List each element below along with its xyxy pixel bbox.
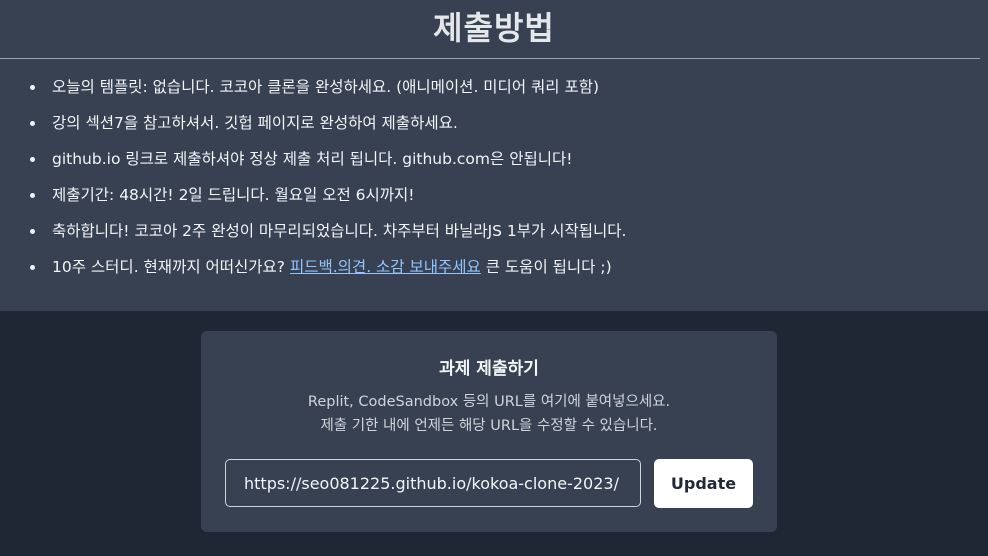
url-input[interactable] bbox=[225, 459, 641, 507]
submission-description: 제출 기한 내에 언제든 해당 URL을 수정할 수 있습니다. bbox=[320, 418, 658, 434]
list-item: 10주 스터디. 현재까지 어떠신가요? 피드백.의견. 소감 보내주세요 큰 … bbox=[30, 256, 626, 292]
bullet-icon bbox=[30, 121, 35, 126]
bullet-icon bbox=[30, 193, 35, 198]
submission-card: 과제 제출하기 Replit, CodeSandbox 등의 URL를 여기에 … bbox=[201, 331, 777, 532]
bullet-icon bbox=[30, 265, 35, 270]
feedback-link[interactable]: 피드백.의견. 소감 보내주세요 bbox=[290, 258, 481, 276]
list-item: 강의 섹션7을 참고하셔서. 깃헙 페이지로 완성하여 제출하세요. bbox=[30, 112, 626, 148]
bullet-icon bbox=[30, 85, 35, 90]
rule-text: 제출기간: 48시간! 2일 드립니다. 월요일 오전 6시까지! bbox=[52, 186, 415, 204]
page-title: 제출방법 bbox=[433, 9, 555, 47]
rule-text: 오늘의 템플릿: 없습니다. 코코아 클론을 완성하세요. (애니메이션. 미디… bbox=[52, 78, 600, 96]
list-item: 제출기간: 48시간! 2일 드립니다. 월요일 오전 6시까지! bbox=[30, 184, 626, 220]
submission-description: Replit, CodeSandbox 등의 URL를 여기에 붙여넣으세요. bbox=[307, 394, 671, 410]
update-button[interactable]: Update bbox=[654, 459, 753, 508]
rule-text: 큰 도움이 됩니다 ;) bbox=[480, 258, 612, 276]
rules-list: 오늘의 템플릿: 없습니다. 코코아 클론을 완성하세요. (애니메이션. 미디… bbox=[30, 76, 627, 292]
bullet-icon bbox=[30, 229, 35, 234]
list-item: github.io 링크로 제출하셔야 정상 제출 처리 됩니다. github… bbox=[30, 148, 626, 184]
rule-text: 강의 섹션7을 참고하셔서. 깃헙 페이지로 완성하여 제출하세요. bbox=[52, 114, 458, 132]
list-item: 오늘의 템플릿: 없습니다. 코코아 클론을 완성하세요. (애니메이션. 미디… bbox=[30, 76, 626, 112]
instructions-panel: 제출방법 오늘의 템플릿: 없습니다. 코코아 클론을 완성하세요. (애니메이… bbox=[0, 0, 988, 311]
submission-title: 과제 제출하기 bbox=[439, 359, 539, 379]
rule-text: 10주 스터디. 현재까지 어떠신가요? bbox=[52, 258, 290, 276]
rule-text: github.io 링크로 제출하셔야 정상 제출 처리 됩니다. github… bbox=[52, 150, 573, 168]
bullet-icon bbox=[30, 157, 35, 162]
title-divider bbox=[0, 58, 980, 59]
list-item: 축하합니다! 코코아 2주 완성이 마무리되었습니다. 차주부터 바닐라JS 1… bbox=[30, 220, 627, 256]
rule-text: 축하합니다! 코코아 2주 완성이 마무리되었습니다. 차주부터 바닐라JS 1… bbox=[52, 222, 627, 240]
